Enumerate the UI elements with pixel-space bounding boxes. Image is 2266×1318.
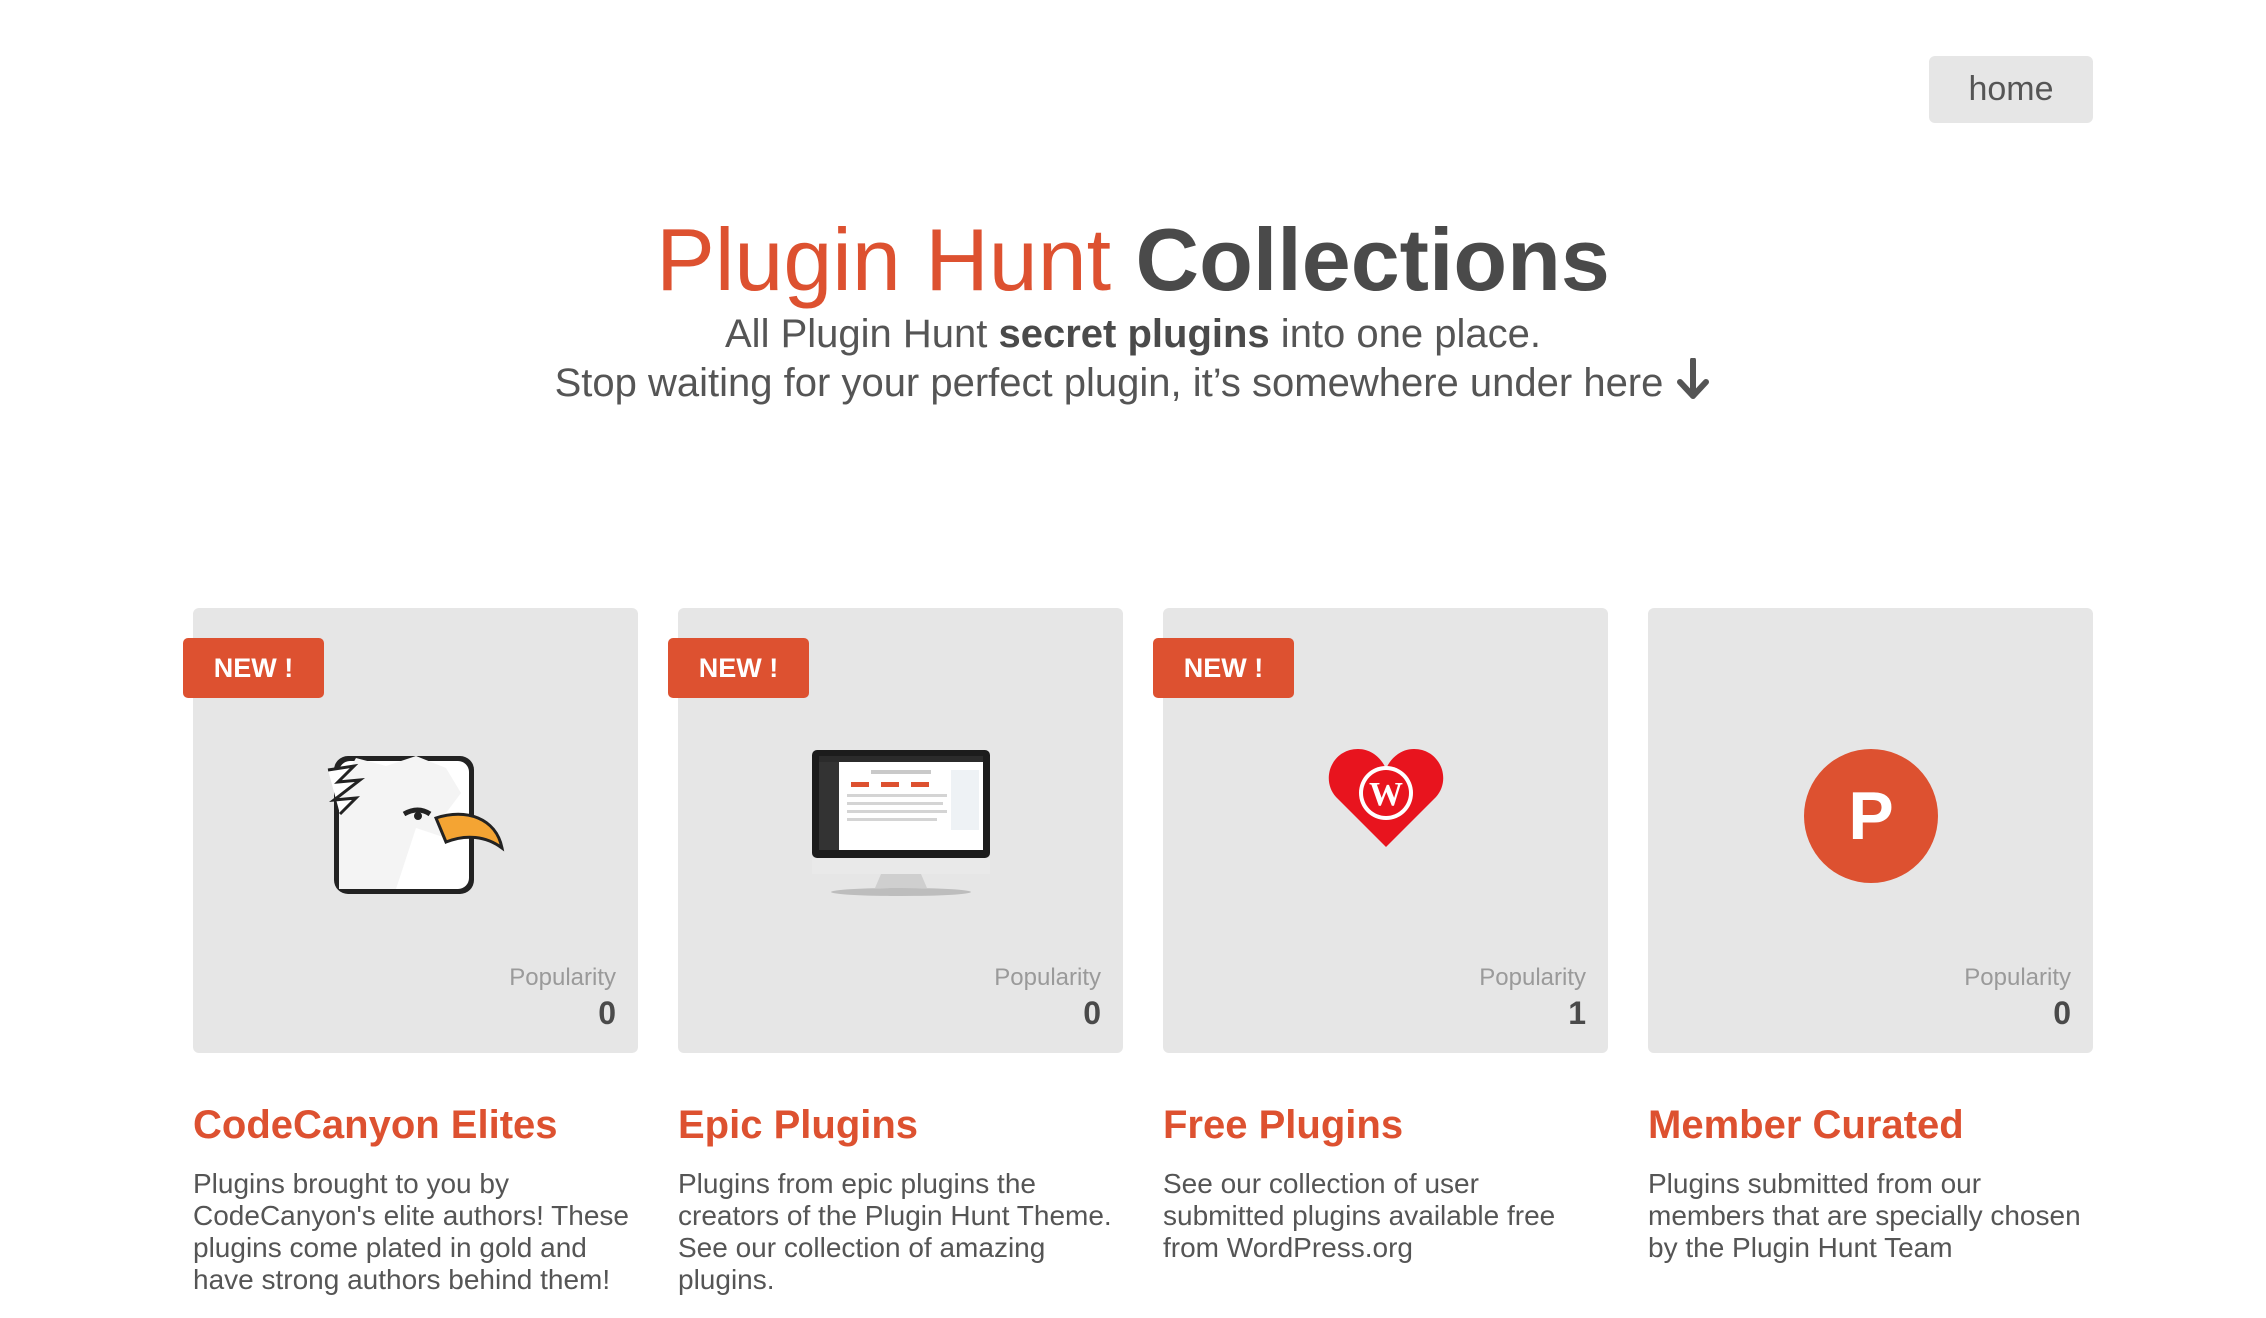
eagle-logo-icon xyxy=(327,756,504,894)
popularity: Popularity 0 xyxy=(1964,963,2071,1033)
collection-card: NEW ! Popularity 0 Epic Plugins Plugins … xyxy=(668,608,1123,1296)
hero-subtitle-line2: Stop waiting for your perfect plugin, it… xyxy=(0,358,2266,407)
home-button[interactable]: home xyxy=(1929,56,2093,123)
svg-text:W: W xyxy=(1369,776,1403,813)
popularity: Popularity 0 xyxy=(994,963,1101,1033)
new-badge: NEW ! xyxy=(183,638,324,698)
collection-title[interactable]: CodeCanyon Elites xyxy=(193,1103,638,1148)
hero-line1-post: into one place. xyxy=(1269,312,1541,356)
collection-tile[interactable]: NEW ! Popularity 0 xyxy=(183,608,638,1053)
collection-description: Plugins from epic plugins the creators o… xyxy=(678,1168,1112,1295)
hero-line1-bold: secret plugins xyxy=(998,312,1270,356)
collections-grid: NEW ! Popularity 0 CodeCanyon Elites Plu… xyxy=(183,608,2095,1296)
popularity-label: Popularity xyxy=(1479,964,1586,991)
svg-text:P: P xyxy=(1848,778,1893,854)
page-title: Plugin Hunt Collections xyxy=(0,210,2266,310)
popularity-label: Popularity xyxy=(509,964,616,991)
popularity-value: 0 xyxy=(598,995,616,1031)
collection-description: Plugins brought to you by CodeCanyon's e… xyxy=(193,1168,629,1295)
collection-title[interactable]: Member Curated xyxy=(1648,1103,2093,1148)
collection-tile[interactable]: NEW ! W Popularity 1 xyxy=(1153,608,1608,1053)
collection-card: NEW ! W Popularity 1 Free Plugins See ou… xyxy=(1153,608,1608,1296)
collection-description: See our collection of user submitted plu… xyxy=(1163,1168,1556,1263)
collection-description: Plugins submitted from our members that … xyxy=(1648,1168,2081,1263)
popularity: Popularity 0 xyxy=(509,963,616,1033)
title-strong: Collections xyxy=(1135,210,1610,309)
page: home Plugin Hunt Collections All Plugin … xyxy=(0,0,2266,1318)
collection-title[interactable]: Free Plugins xyxy=(1163,1103,1608,1148)
popularity-label: Popularity xyxy=(1964,964,2071,991)
new-badge: NEW ! xyxy=(668,638,809,698)
title-accent: Plugin Hunt xyxy=(656,210,1112,309)
collection-card: NEW ! Popularity 0 CodeCanyon Elites Plu… xyxy=(183,608,638,1296)
hero-line1-pre: All Plugin Hunt xyxy=(725,312,999,356)
popularity: Popularity 1 xyxy=(1479,963,1586,1033)
popularity-value: 1 xyxy=(1568,995,1586,1031)
collection-tile[interactable]: NEW ! Popularity 0 xyxy=(668,608,1123,1053)
popularity-value: 0 xyxy=(1083,995,1101,1031)
hero-line2-text: Stop waiting for your perfect plugin, it… xyxy=(554,361,1664,405)
arrow-down-icon xyxy=(1677,358,1710,399)
new-badge: NEW ! xyxy=(1153,638,1294,698)
hero-subtitle-line1: All Plugin Hunt secret plugins into one … xyxy=(0,310,2266,358)
popularity-label: Popularity xyxy=(994,964,1101,991)
collection-title[interactable]: Epic Plugins xyxy=(678,1103,1123,1148)
collection-tile[interactable]: P Popularity 0 xyxy=(1648,608,2093,1053)
monitor-screenshot-icon xyxy=(811,750,990,896)
hero: Plugin Hunt Collections All Plugin Hunt … xyxy=(0,210,2266,407)
popularity-value: 0 xyxy=(2053,995,2071,1031)
collection-card: P Popularity 0 Member Curated Plugins su… xyxy=(1648,608,2093,1296)
p-circle-logo-icon: P xyxy=(1803,749,1938,883)
wordpress-heart-icon: W xyxy=(1328,749,1443,847)
